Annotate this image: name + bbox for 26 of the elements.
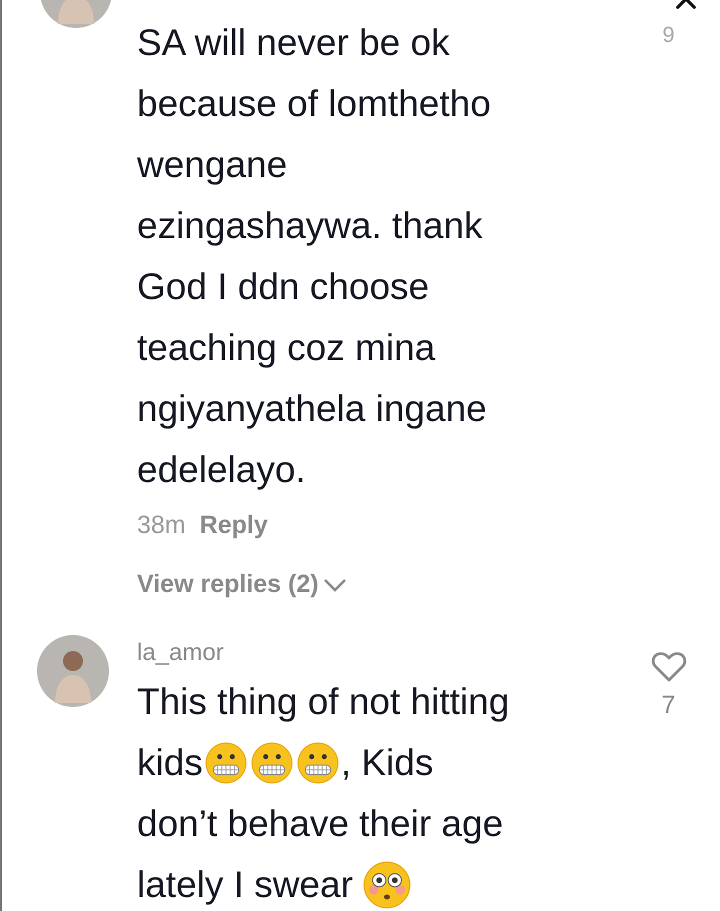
comment-text: because of lomthetho (137, 82, 491, 126)
username[interactable]: la_amor (137, 635, 224, 671)
like-count: 7 (662, 690, 676, 721)
comment-text: edelelayo. (137, 448, 306, 492)
comment-text: ngiyanyathela ingane (137, 386, 487, 431)
comment-text: lately I swear (137, 862, 353, 907)
comment-time: 38m (137, 510, 186, 542)
avatar-icon[interactable] (37, 635, 109, 707)
comment-text: don’t behave their age (137, 802, 504, 846)
comment-text: This thing of not hitting (137, 680, 510, 724)
grimacing-face-icon (204, 742, 247, 784)
grimacing-face-icon (250, 742, 293, 784)
comment-text: wengane (137, 142, 288, 187)
comment-text: teaching coz mina (137, 326, 436, 370)
reply-link[interactable]: Reply (200, 507, 268, 545)
comment-text: SA will never be ok (137, 20, 450, 65)
like-count: 9 (662, 21, 675, 49)
heart-icon[interactable] (650, 651, 686, 683)
comment-text: , Kids (340, 740, 434, 785)
comment-text: kids (137, 740, 203, 785)
view-replies-button[interactable]: View replies (2) (137, 565, 347, 605)
comment-text: God I ddn choose (137, 264, 430, 309)
flushed-face-icon (362, 860, 411, 908)
grimacing-face-icon (296, 742, 339, 784)
comment-text: ezingashaywa. thank (137, 204, 483, 248)
chevron-down-icon (322, 578, 347, 592)
